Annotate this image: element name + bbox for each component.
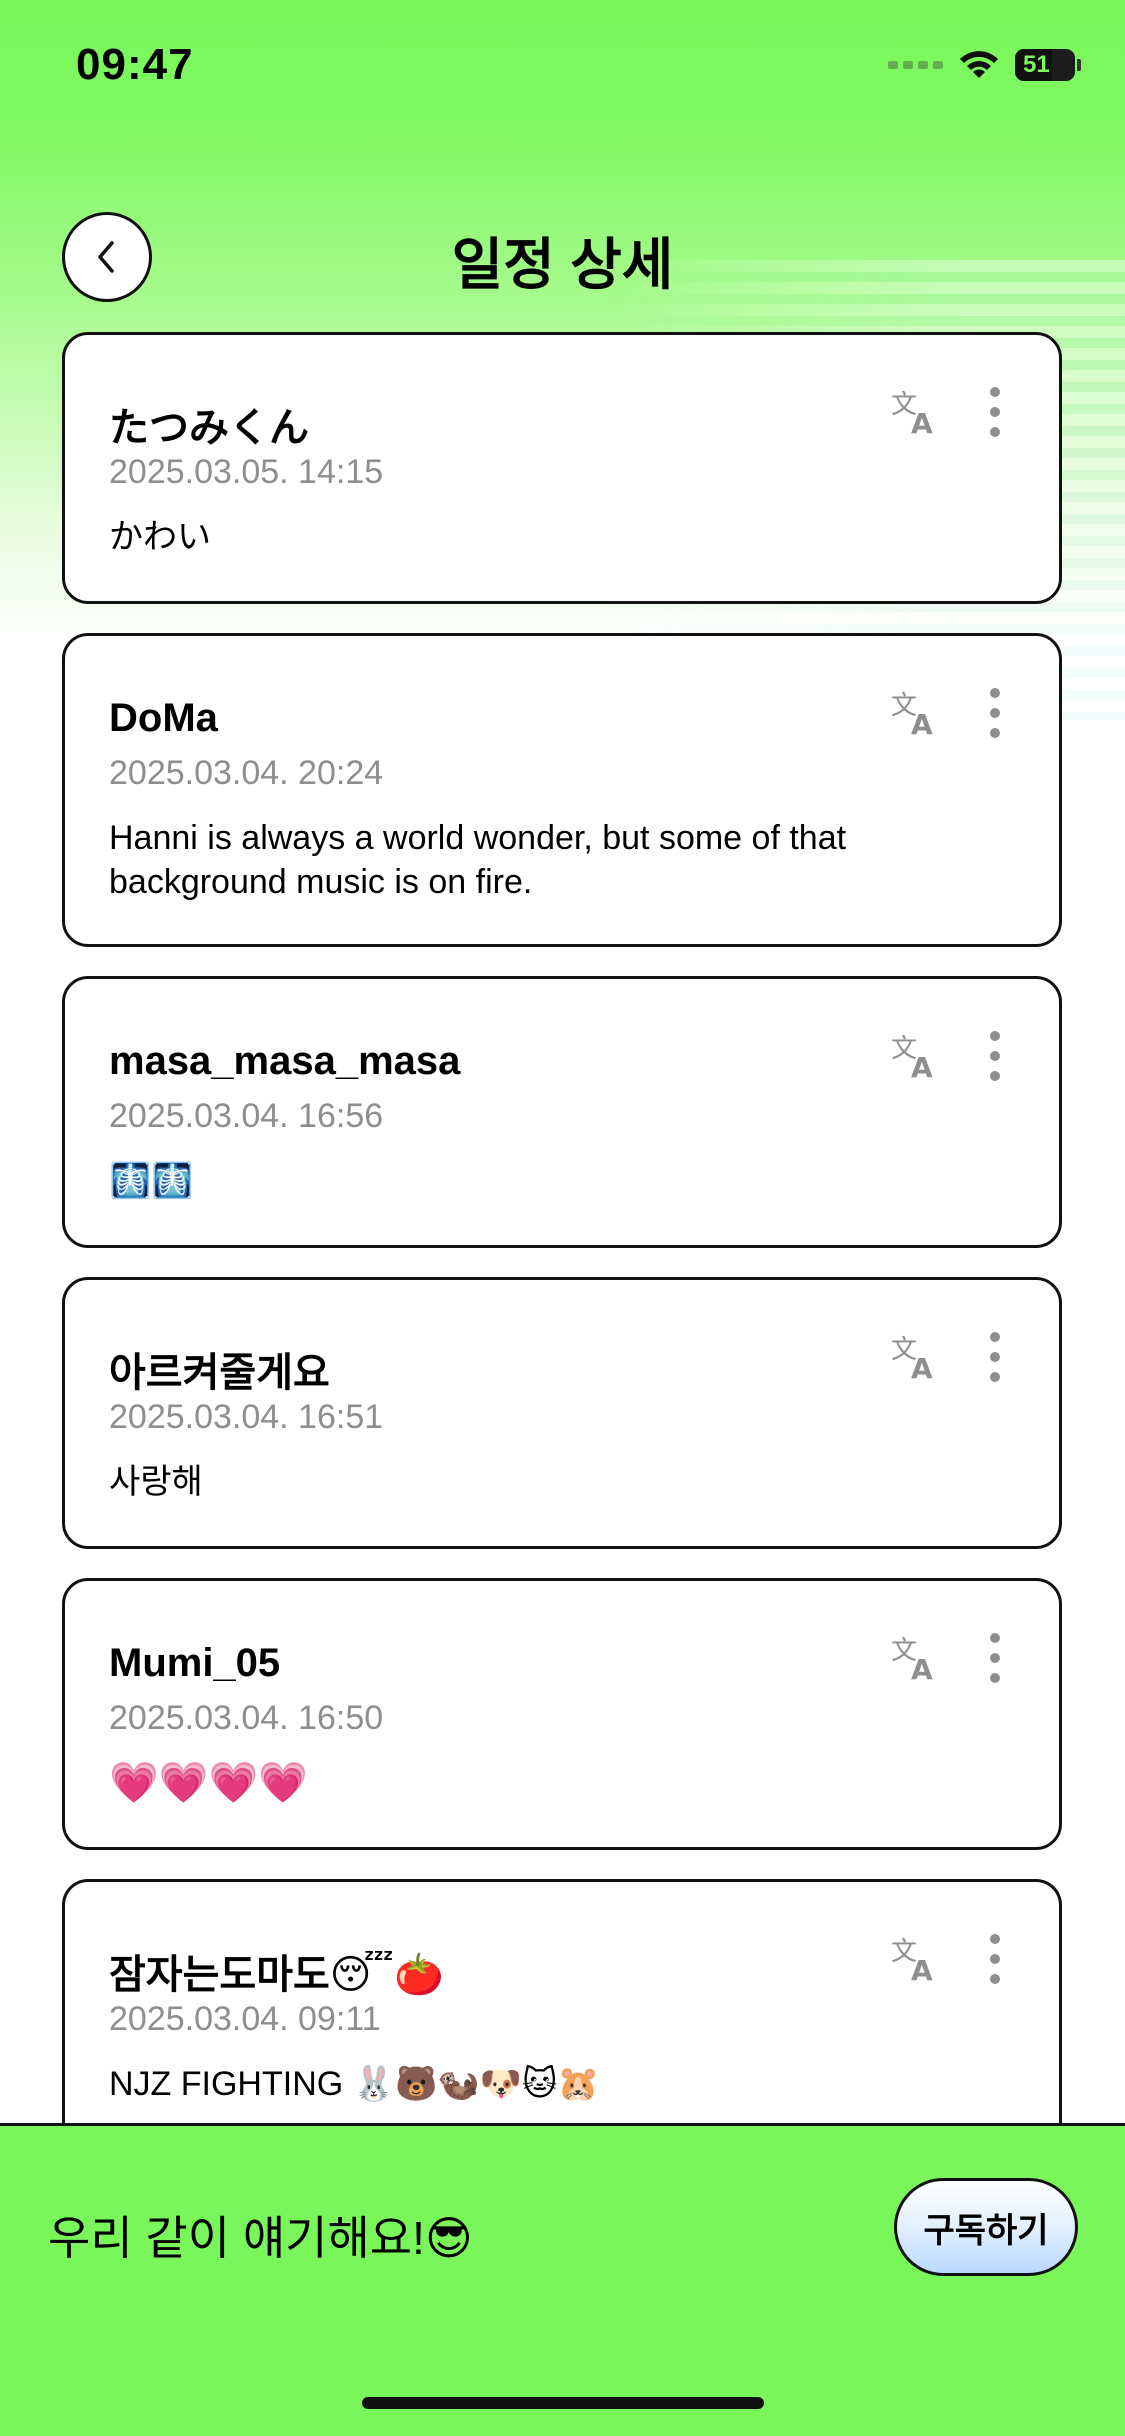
- more-vertical-icon[interactable]: [985, 1631, 1005, 1685]
- more-vertical-icon[interactable]: [985, 385, 1005, 439]
- svg-text:A: A: [911, 1051, 933, 1081]
- battery-icon: 51: [1015, 49, 1081, 81]
- wifi-icon: [960, 51, 998, 78]
- comment-author: たつみくん: [109, 406, 309, 450]
- translate-icon[interactable]: 文 A: [889, 686, 941, 738]
- translate-icon[interactable]: 文 A: [889, 1932, 941, 1984]
- translate-icon[interactable]: 文 A: [889, 385, 941, 437]
- comment-text: かわい: [109, 518, 211, 556]
- comment-date: 2025.03.04. 16:50: [109, 1699, 384, 1737]
- home-indicator[interactable]: [362, 2397, 764, 2409]
- translate-icon[interactable]: 文 A: [889, 1631, 941, 1683]
- comment-card: DoMa 2025.03.04. 20:24 Hanni is always a…: [62, 633, 1062, 947]
- comment-author: 아르켜줄게요: [109, 1351, 330, 1395]
- comment-author: Mumi_05: [109, 1641, 281, 1685]
- more-vertical-icon[interactable]: [985, 686, 1005, 740]
- svg-text:A: A: [911, 1352, 933, 1382]
- comment-date: 2025.03.04. 20:24: [109, 754, 384, 792]
- comment-author: masa_masa_masa: [109, 1039, 461, 1083]
- comment-text: Hanni is always a world wonder, but some…: [109, 819, 847, 901]
- comment-text: 🩻🩻: [109, 1162, 194, 1200]
- comment-author: DoMa: [109, 696, 218, 740]
- battery-level: 51: [1023, 51, 1050, 78]
- more-vertical-icon[interactable]: [985, 1029, 1005, 1083]
- svg-text:A: A: [911, 407, 933, 437]
- subscribe-button[interactable]: 구독하기: [894, 2178, 1078, 2276]
- svg-text:A: A: [911, 1954, 933, 1984]
- svg-text:A: A: [911, 1653, 933, 1683]
- comment-date: 2025.03.04. 16:51: [109, 1398, 384, 1436]
- comment-author: 잠자는도마도😴🍅: [109, 1953, 444, 1997]
- comment-date: 2025.03.04. 09:11: [109, 2000, 381, 2038]
- chat-prompt-text: 우리 같이 얘기해요!😎: [48, 2212, 473, 2264]
- cellular-signal-icon: [888, 61, 943, 69]
- comment-card: たつみくん 2025.03.05. 14:15 かわい 文 A: [62, 332, 1062, 604]
- translate-icon[interactable]: 文 A: [889, 1029, 941, 1081]
- comment-date: 2025.03.04. 16:56: [109, 1097, 384, 1135]
- more-vertical-icon[interactable]: [985, 1330, 1005, 1384]
- status-time: 09:47: [76, 40, 194, 89]
- comment-card: 아르켜줄게요 2025.03.04. 16:51 사랑해 文 A: [62, 1277, 1062, 1549]
- translate-icon[interactable]: 文 A: [889, 1330, 941, 1382]
- page-title: 일정 상세: [451, 233, 674, 296]
- comment-text: 사랑해: [109, 1463, 203, 1501]
- comment-text: 💗💗💗💗: [109, 1761, 309, 1805]
- status-indicators: 51: [888, 48, 1081, 82]
- comment-text: NJZ FIGHTING 🐰🐻🦦🐶🐱🐹: [109, 2065, 600, 2103]
- more-vertical-icon[interactable]: [985, 1932, 1005, 1986]
- comment-date: 2025.03.05. 14:15: [109, 453, 384, 491]
- comment-card: Mumi_05 2025.03.04. 16:50 💗💗💗💗 文 A: [62, 1578, 1062, 1850]
- svg-text:A: A: [911, 708, 933, 738]
- bottom-bar: 우리 같이 얘기해요!😎 구독하기: [0, 2123, 1125, 2436]
- comment-card: masa_masa_masa 2025.03.04. 16:56 🩻🩻 文 A: [62, 976, 1062, 1248]
